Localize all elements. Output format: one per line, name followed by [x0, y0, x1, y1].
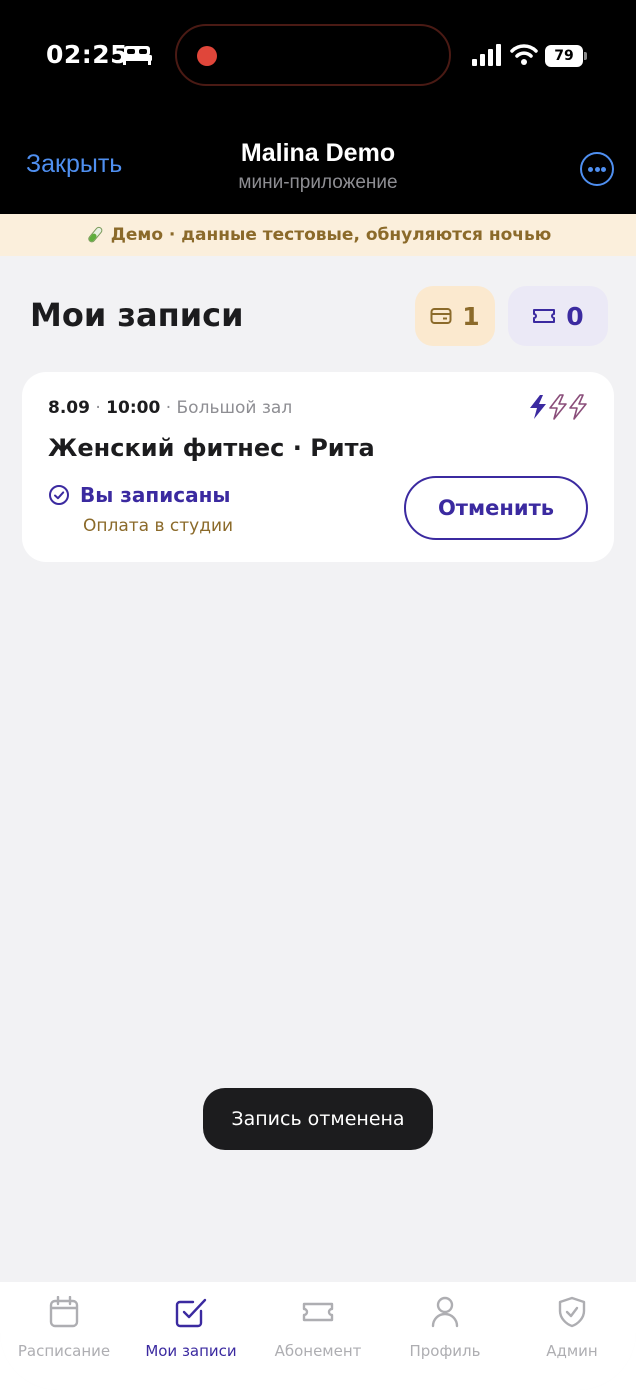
- meta-separator: ·: [89, 398, 107, 418]
- meta-separator: ·: [160, 398, 177, 418]
- person-icon: [431, 1296, 459, 1328]
- bed-icon: [122, 46, 152, 65]
- dynamic-island: [175, 24, 451, 86]
- wifi-icon: [510, 44, 538, 65]
- app-subtitle: мини-приложение: [238, 172, 398, 193]
- booking-card: 8.09 · 10:00 · Большой зал Женский фитне…: [22, 372, 614, 562]
- dot: [588, 167, 593, 172]
- signal-icon: [472, 44, 501, 66]
- ticket-icon: [302, 1302, 334, 1322]
- app-screen: 02:25 79 Закрыть Malina Demo мини-прилож…: [0, 0, 636, 1390]
- app-title: Malina Demo: [240, 139, 396, 167]
- toast-message: Запись отменена: [203, 1088, 433, 1150]
- demo-banner: Демо · данные тестовые, обнуляются ночью: [0, 214, 636, 256]
- tab-schedule[interactable]: Расписание: [0, 1296, 128, 1360]
- cancel-booking-button[interactable]: Отменить: [404, 476, 588, 540]
- status-time: 02:25: [46, 40, 129, 69]
- tab-profile[interactable]: Профиль: [381, 1296, 509, 1360]
- tab-admin[interactable]: Админ: [508, 1296, 636, 1360]
- dot: [601, 167, 606, 172]
- wallet-icon: [430, 308, 452, 324]
- intensity-bolts-icon: [530, 394, 587, 420]
- check-circle-icon: [49, 485, 69, 505]
- dot: [594, 167, 600, 172]
- wallet-balance-chip[interactable]: 1: [415, 286, 495, 346]
- tab-bar: Расписание Мои записи Абонемент Профиль: [0, 1282, 636, 1390]
- booking-hall: Большой зал: [176, 398, 293, 418]
- ellipsis-circle-icon[interactable]: [580, 152, 614, 186]
- tab-my-bookings[interactable]: Мои записи: [127, 1296, 255, 1360]
- recording-dot-icon: [197, 46, 217, 66]
- ticket-icon: [533, 309, 556, 323]
- top-bar: 02:25 79 Закрыть Malina Demo мини-прилож…: [0, 0, 636, 214]
- booking-status: Вы записаны: [48, 483, 231, 507]
- booking-date: 8.09: [48, 398, 90, 418]
- tab-label: Расписание: [17, 1342, 111, 1360]
- battery-level: 79: [545, 45, 583, 67]
- booking-time: 10:00: [106, 398, 161, 418]
- page-title: Мои записи: [30, 296, 244, 334]
- test-tube-icon: [88, 226, 103, 243]
- battery-icon: 79: [545, 45, 587, 67]
- tab-label: Мои записи: [145, 1342, 237, 1360]
- tab-label: Админ: [546, 1342, 598, 1360]
- ticket-balance-chip[interactable]: 0: [508, 286, 608, 346]
- booking-status-text: Вы записаны: [80, 483, 231, 507]
- booking-meta: 8.09 · 10:00 · Большой зал: [48, 398, 292, 418]
- booking-title: Женский фитнес · Рита: [48, 434, 375, 462]
- battery-tip: [584, 52, 587, 60]
- checkbox-icon: [175, 1298, 207, 1328]
- calendar-icon: [49, 1296, 79, 1328]
- shield-icon: [558, 1296, 586, 1328]
- tab-label: Профиль: [409, 1342, 481, 1360]
- tab-label: Абонемент: [274, 1342, 362, 1360]
- payment-note: Оплата в студии: [83, 516, 234, 536]
- tab-subscription[interactable]: Абонемент: [254, 1296, 382, 1360]
- wallet-count: 1: [462, 301, 480, 331]
- ticket-count: 0: [566, 301, 584, 331]
- demo-banner-text: Демо · данные тестовые, обнуляются ночью: [110, 225, 552, 245]
